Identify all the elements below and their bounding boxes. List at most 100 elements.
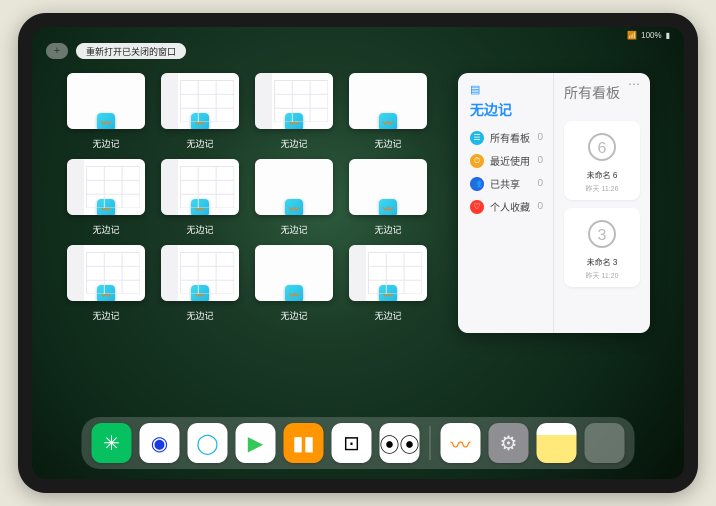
board-card[interactable]: 3 未命名 3 昨天 11:20 (564, 208, 640, 287)
window-label: 无边记 (374, 223, 401, 236)
workspace: 〰 无边记 〰 无边记 〰 无边记 〰 无边记 〰 无边记 〰 无边记 〰 无边… (66, 73, 650, 409)
window-label: 无边记 (374, 137, 401, 150)
freeform-app-icon: 〰 (285, 199, 303, 215)
nav-item-label: 所有看板 (490, 130, 530, 145)
nav-item-icon: ☰ (470, 131, 484, 145)
board-name: 未命名 6 (587, 170, 618, 181)
window-label: 无边记 (92, 309, 119, 322)
panel-nav-item[interactable]: 👥 已共享 0 (470, 176, 543, 191)
sidebar-toggle-icon[interactable]: ▤ (470, 83, 543, 96)
panel-sidebar: ▤ 无边记 ☰ 所有看板 0 ⏱ 最近使用 0 👥 已共享 0 ♡ 个人收藏 0 (458, 73, 554, 333)
window-label: 无边记 (92, 137, 119, 150)
window-thumb[interactable]: 〰 无边记 (254, 245, 334, 325)
window-label: 无边记 (186, 309, 213, 322)
window-preview: 〰 (161, 73, 239, 129)
nav-item-label: 个人收藏 (490, 199, 530, 214)
dock-browser1-icon[interactable]: ◉ (140, 423, 180, 463)
new-window-button[interactable]: + (46, 43, 68, 59)
board-list: 6 未命名 6 昨天 11:26 3 未命名 3 昨天 11:20 (564, 121, 640, 287)
freeform-app-icon: 〰 (97, 113, 115, 129)
nav-item-label: 已共享 (490, 176, 520, 191)
dock-freeform-icon[interactable]: 〰 (441, 423, 481, 463)
dock-dice-icon[interactable]: ⊡ (332, 423, 372, 463)
board-sketch: 6 (582, 127, 622, 167)
freeform-panel: ▤ 无边记 ☰ 所有看板 0 ⏱ 最近使用 0 👥 已共享 0 ♡ 个人收藏 0… (458, 73, 650, 333)
svg-text:6: 6 (598, 140, 607, 157)
battery-label: 100% (641, 31, 661, 40)
window-preview: 〰 (255, 73, 333, 129)
window-preview: 〰 (349, 245, 427, 301)
nav-item-icon: 👥 (470, 177, 484, 191)
svg-text:3: 3 (598, 227, 607, 244)
nav-item-count: 0 (537, 132, 543, 143)
dock-browser2-icon[interactable]: ◯ (188, 423, 228, 463)
freeform-app-icon: 〰 (379, 199, 397, 215)
status-bar: 📶 100% ▮ (627, 31, 670, 40)
panel-nav-item[interactable]: ⏱ 最近使用 0 (470, 153, 543, 168)
freeform-app-icon: 〰 (97, 285, 115, 301)
window-preview: 〰 (255, 159, 333, 215)
window-thumb[interactable]: 〰 无边记 (254, 159, 334, 239)
window-preview: 〰 (67, 245, 145, 301)
board-date: 昨天 11:20 (586, 271, 619, 281)
window-preview: 〰 (349, 159, 427, 215)
dock-notes-icon[interactable] (537, 423, 577, 463)
window-grid: 〰 无边记 〰 无边记 〰 无边记 〰 无边记 〰 无边记 〰 无边记 〰 无边… (66, 73, 428, 409)
nav-item-icon: ⏱ (470, 154, 484, 168)
nav-item-label: 最近使用 (490, 153, 530, 168)
nav-item-count: 0 (537, 201, 543, 212)
window-thumb[interactable]: 〰 无边记 (348, 245, 428, 325)
dock-play-icon[interactable]: ▶ (236, 423, 276, 463)
window-preview: 〰 (161, 159, 239, 215)
freeform-app-icon: 〰 (285, 285, 303, 301)
window-thumb[interactable]: 〰 无边记 (254, 73, 334, 153)
dock-dots-icon[interactable]: ⦿⦿ (380, 423, 420, 463)
nav-item-count: 0 (537, 178, 543, 189)
window-label: 无边记 (280, 309, 307, 322)
window-thumb[interactable]: 〰 无边记 (66, 73, 146, 153)
window-preview: 〰 (349, 73, 427, 129)
window-preview: 〰 (161, 245, 239, 301)
window-preview: 〰 (255, 245, 333, 301)
window-thumb[interactable]: 〰 无边记 (160, 159, 240, 239)
freeform-app-icon: 〰 (379, 113, 397, 129)
window-preview: 〰 (67, 159, 145, 215)
freeform-app-icon: 〰 (285, 113, 303, 129)
panel-nav-item[interactable]: ☰ 所有看板 0 (470, 130, 543, 145)
screen: 📶 100% ▮ + 重新打开已关闭的窗口 〰 无边记 〰 无边记 〰 无边记 … (32, 27, 684, 479)
dock-wechat-icon[interactable]: ✳ (92, 423, 132, 463)
freeform-app-icon: 〰 (97, 199, 115, 215)
nav-item-count: 0 (537, 155, 543, 166)
board-sketch: 3 (582, 214, 622, 254)
dock-app-library-icon[interactable] (585, 423, 625, 463)
window-thumb[interactable]: 〰 无边记 (66, 245, 146, 325)
freeform-app-icon: 〰 (191, 113, 209, 129)
panel-left-title: 无边记 (470, 100, 543, 120)
ipad-frame: 📶 100% ▮ + 重新打开已关闭的窗口 〰 无边记 〰 无边记 〰 无边记 … (18, 13, 698, 493)
window-label: 无边记 (374, 309, 401, 322)
freeform-app-icon: 〰 (379, 285, 397, 301)
dock: ✳◉◯▶▮▮⊡⦿⦿ 〰⚙ (82, 417, 635, 469)
battery-icon: ▮ (666, 31, 670, 40)
window-label: 无边记 (280, 223, 307, 236)
window-thumb[interactable]: 〰 无边记 (160, 73, 240, 153)
panel-nav-list: ☰ 所有看板 0 ⏱ 最近使用 0 👥 已共享 0 ♡ 个人收藏 0 (470, 130, 543, 214)
dock-books-icon[interactable]: ▮▮ (284, 423, 324, 463)
board-date: 昨天 11:26 (586, 184, 619, 194)
reopen-closed-window-button[interactable]: 重新打开已关闭的窗口 (76, 43, 186, 59)
signal-icon: 📶 (627, 31, 637, 40)
window-thumb[interactable]: 〰 无边记 (348, 159, 428, 239)
panel-nav-item[interactable]: ♡ 个人收藏 0 (470, 199, 543, 214)
panel-right-title: 所有看板 (564, 83, 640, 103)
panel-content: 所有看板 6 未命名 6 昨天 11:26 3 未命名 3 昨天 11:20 (554, 73, 650, 333)
board-card[interactable]: 6 未命名 6 昨天 11:26 (564, 121, 640, 200)
window-label: 无边记 (92, 223, 119, 236)
freeform-app-icon: 〰 (191, 199, 209, 215)
window-thumb[interactable]: 〰 无边记 (348, 73, 428, 153)
nav-item-icon: ♡ (470, 200, 484, 214)
board-name: 未命名 3 (587, 257, 618, 268)
dock-separator (430, 426, 431, 460)
window-thumb[interactable]: 〰 无边记 (66, 159, 146, 239)
dock-settings-icon[interactable]: ⚙ (489, 423, 529, 463)
window-thumb[interactable]: 〰 无边记 (160, 245, 240, 325)
